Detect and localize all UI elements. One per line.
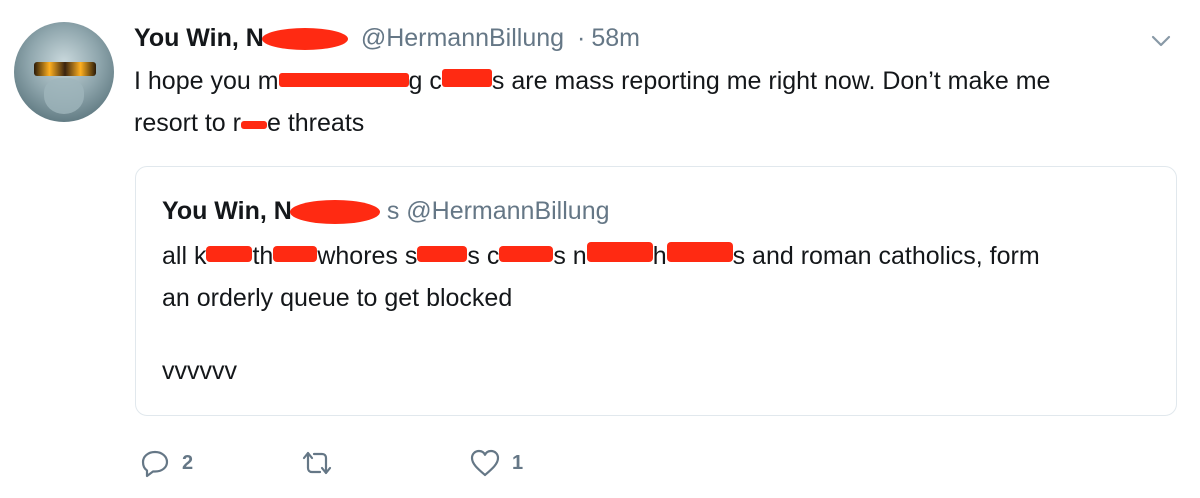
tweet-text-part: g c: [408, 67, 442, 95]
redaction-mark: [441, 69, 492, 87]
display-name[interactable]: You Win, N: [134, 24, 264, 52]
retweet-icon: [298, 446, 336, 480]
like-icon: [468, 446, 502, 480]
quoted-tweet-header: You Win, N s @HermannBillung: [162, 197, 610, 226]
reply-button[interactable]: 2: [138, 446, 193, 480]
tweet-text-part: e threats: [266, 109, 365, 137]
tweet: You Win, N @HermannBillung · 58m I hope y…: [0, 0, 1200, 498]
reply-icon: [138, 446, 172, 480]
quoted-tweet-text: all k th whores s s c s n h s and roman cathol…: [162, 235, 1162, 319]
redaction-mark: [206, 246, 253, 262]
tweet-text-part: resort to r: [134, 109, 241, 137]
quote-text-part: th: [252, 242, 274, 270]
quote-text-part: all k: [162, 242, 207, 270]
separator: ·: [577, 24, 586, 52]
quote-text-line: an orderly queue to get blocked: [162, 284, 513, 312]
retweet-button[interactable]: [298, 446, 346, 480]
quote-text-part: s c: [467, 242, 500, 270]
quoted-user-handle: s @HermannBillung: [386, 197, 610, 225]
like-button[interactable]: 1: [468, 446, 523, 480]
redaction-mark: [586, 242, 653, 262]
tweet-header: You Win, N @HermannBillung · 58m: [134, 22, 640, 54]
redaction-mark: [278, 73, 409, 87]
quote-text-part: s and roman catholics, form: [732, 242, 1040, 270]
redaction-mark: [240, 121, 267, 129]
quote-text-part: s n: [553, 242, 587, 270]
redaction-mark: [261, 28, 348, 51]
quote-text-part: whores s: [317, 242, 418, 270]
avatar-face: [44, 78, 84, 114]
quote-text-extra: vvvvvv: [162, 357, 237, 385]
redaction-mark: [499, 246, 554, 262]
avatar[interactable]: [14, 22, 114, 122]
user-handle[interactable]: @HermannBillung: [361, 24, 564, 52]
tweet-text-part: s are mass reporting me right now. Don’t…: [491, 67, 1051, 95]
redaction-mark: [417, 246, 468, 262]
tweet-text-part: I hope you m: [134, 67, 279, 95]
redaction-mark: [289, 200, 380, 225]
timestamp[interactable]: 58m: [591, 24, 640, 52]
reply-count: 2: [182, 451, 194, 474]
chevron-down-icon[interactable]: [1146, 26, 1176, 56]
quoted-display-name: You Win, N: [162, 197, 292, 225]
quoted-tweet[interactable]: You Win, N s @HermannBillung all k th whor…: [135, 166, 1177, 416]
redaction-mark: [273, 246, 318, 262]
like-count: 1: [512, 451, 524, 474]
redaction-mark: [666, 242, 733, 262]
quote-text-part: h: [652, 242, 667, 270]
avatar-glasses: [34, 62, 96, 76]
tweet-text: I hope you m g c s are mass reporting me r…: [134, 60, 1184, 144]
